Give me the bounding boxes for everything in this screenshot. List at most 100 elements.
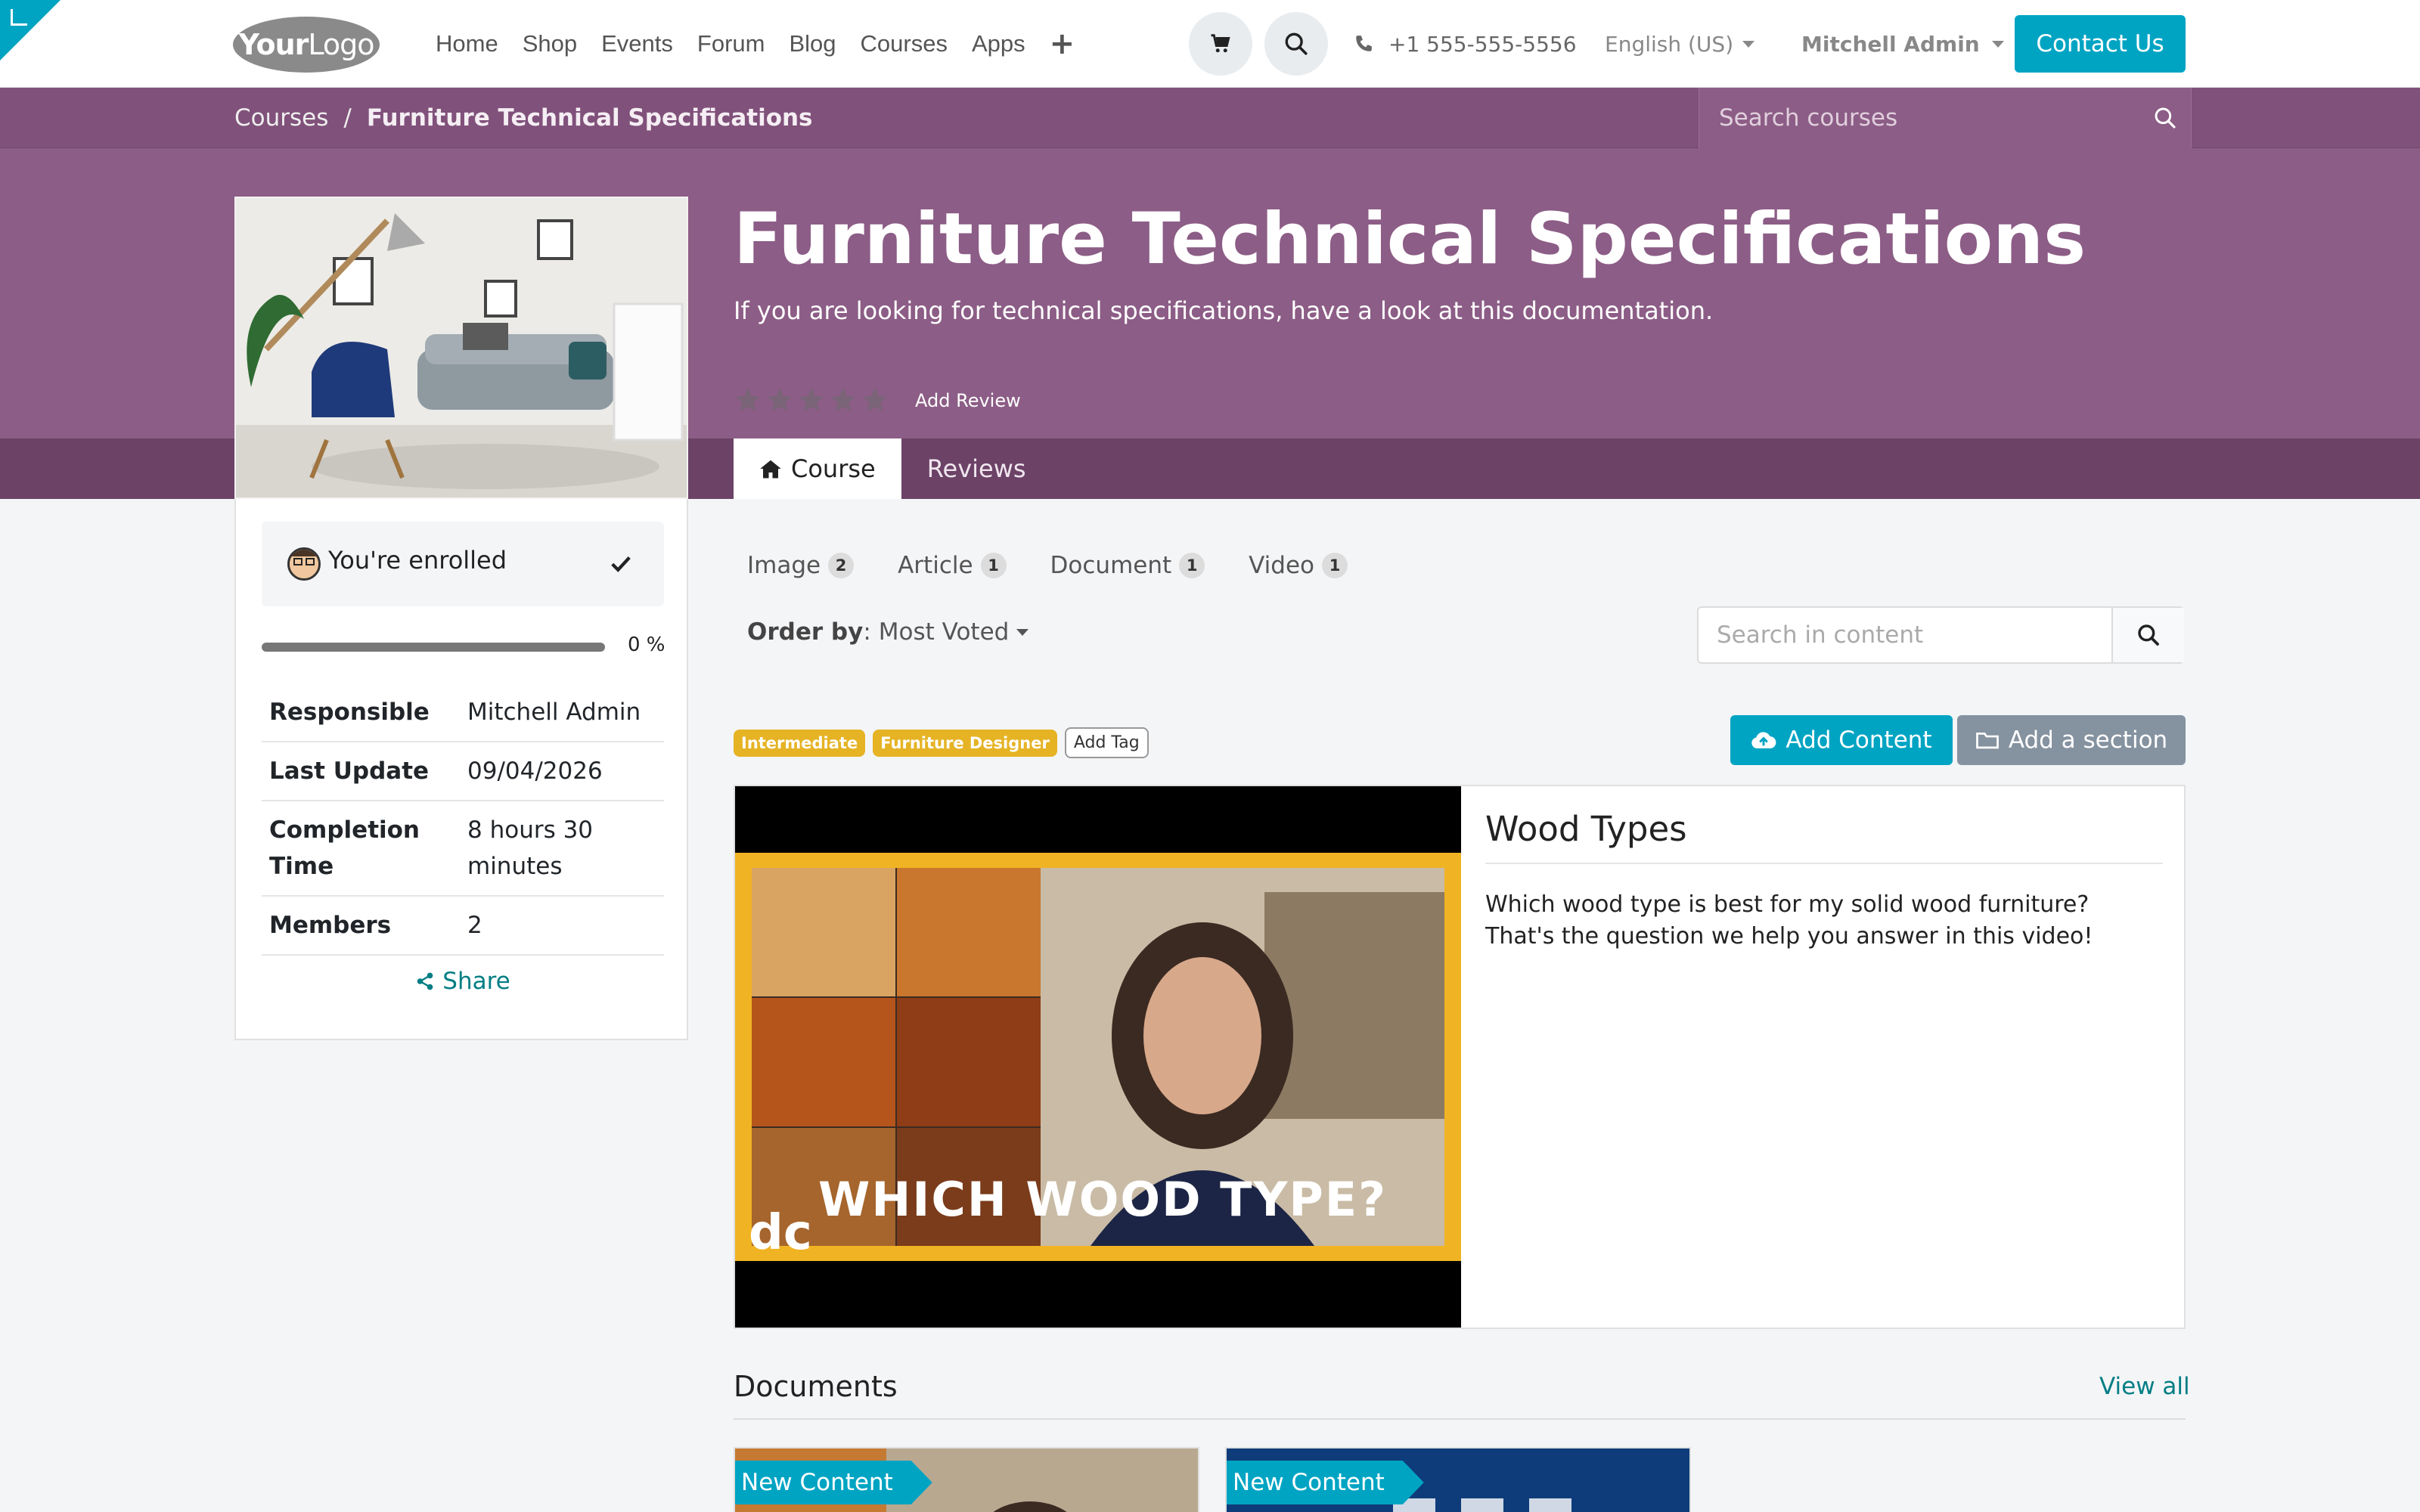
language-selector[interactable]: English (US) — [1605, 23, 1755, 65]
breadcrumb-courses[interactable]: Courses — [234, 104, 328, 132]
video-thumbnail-brand: dc — [749, 1205, 812, 1261]
course-tags: Intermediate Furniture Designer Add Tag — [734, 727, 1149, 758]
content-search — [1697, 606, 2184, 664]
chevron-down-icon — [1742, 40, 1755, 48]
filter-video[interactable]: Video 1 — [1235, 552, 1348, 579]
add-menu-item-plus-icon[interactable]: + — [1038, 26, 1087, 61]
course-search — [1699, 88, 2192, 148]
video-thumbnail[interactable]: WHICH WOOD TYPE? dc — [735, 786, 1461, 1328]
table-row: Last Update 09/04/2026 — [262, 742, 664, 801]
add-section-button[interactable]: Add a section — [1957, 715, 2186, 765]
content-type-filters: Image 2 Article 1 Document 1 Video 1 — [734, 552, 1378, 579]
featured-content-card[interactable]: WHICH WOOD TYPE? dc Wood Types Which woo… — [734, 785, 2186, 1329]
course-info-table: Responsible Mitchell Admin Last Update 0… — [262, 683, 664, 956]
filter-count-badge: 1 — [1322, 553, 1348, 578]
main-menu: Home Shop Events Forum Blog Courses Apps… — [424, 23, 1087, 65]
add-content-label: Add Content — [1786, 727, 1932, 754]
corner-arrow-icon — [11, 9, 27, 26]
star-icon — [768, 388, 792, 412]
menu-item-forum[interactable]: Forum — [685, 30, 777, 57]
featured-content-title[interactable]: Wood Types — [1485, 809, 2163, 864]
filter-label: Video — [1249, 552, 1315, 579]
tab-reviews[interactable]: Reviews — [901, 438, 1052, 499]
search-icon — [2138, 624, 2159, 646]
new-content-ribbon: New Content — [735, 1461, 932, 1504]
filter-label: Document — [1050, 552, 1172, 579]
phone-link[interactable]: +1 555-555-5556 — [1354, 23, 1577, 65]
breadcrumb-separator: / — [343, 104, 352, 132]
chevron-down-icon — [1016, 628, 1029, 636]
home-icon — [760, 460, 781, 479]
menu-item-courses[interactable]: Courses — [849, 30, 960, 57]
order-by-dropdown[interactable]: Order by: Most Voted — [747, 618, 1029, 646]
info-key: Responsible — [262, 683, 460, 742]
course-title: Furniture Technical Specifications — [734, 198, 2086, 280]
menu-item-events[interactable]: Events — [589, 30, 685, 57]
star-icon — [799, 388, 824, 412]
filter-article[interactable]: Article 1 — [884, 552, 1007, 579]
menu-item-apps[interactable]: Apps — [960, 30, 1038, 57]
cart-icon — [1211, 34, 1230, 53]
logo-text-bold: Your — [238, 28, 309, 61]
phone-icon — [1356, 36, 1372, 51]
user-avatar — [287, 547, 321, 581]
edit-corner-button[interactable] — [0, 0, 60, 60]
enrolled-status: You're enrolled — [262, 522, 664, 606]
star-icon — [831, 388, 855, 412]
course-search-input[interactable] — [1699, 88, 2123, 148]
course-tabs: Course Reviews — [734, 438, 1052, 499]
add-review-link[interactable]: Add Review — [915, 390, 1021, 411]
check-icon — [611, 556, 631, 572]
info-value: Mitchell Admin — [460, 683, 664, 742]
share-link[interactable]: Share — [236, 968, 690, 995]
filter-count-badge: 1 — [1179, 553, 1205, 578]
user-menu[interactable]: Mitchell Admin — [1801, 23, 2004, 65]
search-icon — [1285, 33, 1308, 55]
logo-text-light: Logo — [308, 28, 374, 61]
site-logo[interactable]: Your Logo — [233, 17, 380, 73]
cart-button[interactable] — [1189, 12, 1252, 76]
info-value: 8 hours 30 minutes — [460, 801, 664, 897]
menu-item-home[interactable]: Home — [424, 30, 510, 57]
filter-label: Image — [747, 552, 821, 579]
cloud-upload-icon — [1751, 732, 1776, 748]
video-thumbnail-caption: WHICH WOOD TYPE? — [818, 1172, 1388, 1227]
add-content-button[interactable]: Add Content — [1730, 715, 1953, 765]
share-icon — [417, 972, 433, 990]
info-key: Last Update — [262, 742, 460, 801]
search-icon[interactable] — [2153, 106, 2177, 130]
filter-count-badge: 2 — [828, 553, 855, 578]
menu-item-blog[interactable]: Blog — [777, 30, 848, 57]
documents-view-all-link[interactable]: View all — [2099, 1373, 2190, 1400]
tag-intermediate[interactable]: Intermediate — [734, 729, 866, 757]
language-label: English (US) — [1605, 31, 1734, 57]
tab-course-label: Course — [791, 454, 876, 483]
info-key: Members — [262, 896, 460, 956]
add-tag-button[interactable]: Add Tag — [1064, 727, 1149, 758]
order-by-label: Order by — [747, 618, 864, 646]
tag-furniture-designer[interactable]: Furniture Designer — [873, 729, 1057, 757]
filter-image[interactable]: Image 2 — [734, 552, 855, 579]
site-search-button[interactable] — [1264, 12, 1328, 76]
breadcrumb: Courses / Furniture Technical Specificat… — [234, 88, 813, 148]
breadcrumb-bar: Courses / Furniture Technical Specificat… — [0, 88, 2420, 148]
living-room-illustration — [236, 198, 687, 497]
course-cover-image — [234, 197, 688, 499]
new-content-ribbon: New Content — [1227, 1461, 1424, 1504]
menu-item-shop[interactable]: Shop — [510, 30, 589, 57]
contact-us-button[interactable]: Contact Us — [2015, 15, 2186, 73]
progress-percent: 0 % — [628, 634, 666, 656]
video-thumbnail-image — [735, 786, 1461, 1328]
documents-section-title: Documents — [734, 1370, 898, 1403]
content-search-input[interactable] — [1699, 608, 2111, 662]
document-card[interactable]: New Content — [1225, 1447, 1691, 1512]
chevron-down-icon — [1991, 40, 2004, 48]
course-description: If you are looking for technical specifi… — [734, 296, 1714, 325]
document-card[interactable]: New Content — [734, 1447, 1199, 1512]
info-key: Completion Time — [262, 801, 460, 897]
course-rating — [734, 386, 889, 414]
filter-document[interactable]: Document 1 — [1037, 552, 1205, 579]
content-search-button[interactable] — [2111, 608, 2184, 662]
tab-course[interactable]: Course — [734, 438, 901, 499]
table-row: Members 2 — [262, 896, 664, 956]
